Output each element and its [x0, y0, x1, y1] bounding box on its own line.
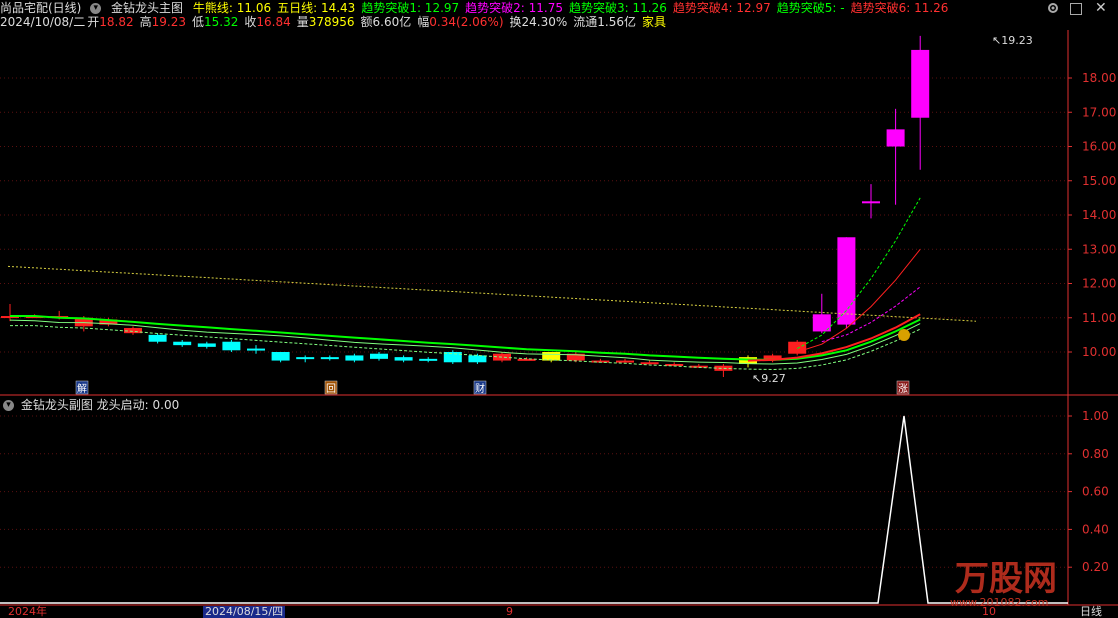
indicator-dropdown-icon[interactable]: ▾ — [90, 3, 102, 14]
candle-body — [419, 358, 438, 361]
money-bag-icon — [898, 329, 910, 341]
price-axis-label-0: 18.00 — [1082, 71, 1116, 85]
candle-body — [862, 201, 880, 204]
sector-value[interactable]: 家具 — [642, 15, 666, 29]
indicator-line-1: 五日线: 14.43 — [277, 1, 356, 15]
time-axis: 2024年 2024/08/15/四 9 10 日线 — [0, 606, 1118, 618]
gear-icon[interactable] — [1046, 1, 1060, 15]
quote-date: 2024/10/08/二 — [0, 15, 86, 29]
sub-axis-label-4: 0.20 — [1082, 560, 1109, 574]
price-axis-label-5: 13.00 — [1082, 242, 1116, 256]
high-label: 高 — [139, 15, 152, 29]
sub-name[interactable]: 金钻龙头副图 — [21, 398, 93, 412]
bull-bear-line — [7, 265, 977, 322]
candle-body — [468, 355, 487, 363]
indicator-line-3: 趋势突破2: 11.75 — [465, 1, 564, 15]
candle-body — [247, 348, 265, 351]
candle-body — [173, 341, 192, 346]
change-value: 0.34(2.06%) — [429, 15, 504, 29]
jie-marker: 解 — [77, 382, 87, 395]
high-price-label: ↖19.23 — [992, 34, 1033, 47]
turnover-value: 换24.30% — [509, 15, 568, 29]
indicator-line-2: 趋势突破1: 12.97 — [361, 1, 460, 15]
candle-body — [320, 357, 339, 360]
candle-body — [222, 341, 241, 351]
price-axis-label-2: 16.00 — [1082, 140, 1116, 154]
year-label: 2024年 — [8, 605, 47, 618]
indicator-line-5: 趋势突破4: 12.97 — [672, 1, 771, 15]
open-label: 开 — [87, 15, 100, 29]
low-price-label: ↖9.27 — [752, 372, 786, 385]
close-icon[interactable]: ✕ — [1095, 0, 1107, 16]
trend-line-dashed — [10, 325, 921, 371]
price-axis-label-1: 17.00 — [1082, 105, 1116, 119]
trend-line-green — [10, 315, 921, 361]
maximize-icon[interactable] — [1070, 3, 1082, 15]
quote-bar: 2024/10/08/二 开18.82 高19.23 低15.32 收16.84 量378… — [0, 14, 672, 30]
candle-body — [911, 49, 930, 118]
low-label: 低 — [191, 15, 204, 29]
candle-body — [370, 353, 388, 359]
candle-body — [148, 334, 167, 342]
change-label: 幅 — [417, 15, 430, 29]
candle-body — [837, 237, 856, 325]
sub-axis-label-2: 0.60 — [1082, 485, 1109, 499]
candle-body — [345, 355, 364, 361]
candle-body — [296, 357, 315, 360]
indicator-line-7: 趋势突破6: 11.26 — [850, 1, 949, 15]
candle-body — [616, 360, 634, 363]
indicator-line-0: 牛熊线: 11.06 — [192, 1, 272, 15]
month-10-label: 10 — [982, 605, 996, 618]
sub-header: ▾ 金钻龙头副图 龙头启动: 0.00 — [0, 397, 179, 413]
sub-axis-label-1: 0.80 — [1082, 447, 1109, 461]
amount-value: 额6.60亿 — [360, 15, 412, 29]
close-value: 16.84 — [256, 15, 291, 29]
indicator-lines: 牛熊线: 11.06 五日线: 14.43 趋势突破1: 12.97 趋势突破2: 1… — [193, 1, 955, 15]
candle-body — [197, 343, 216, 347]
candle-body — [640, 362, 659, 365]
sub-axis-label-0: 1.00 — [1082, 409, 1109, 423]
sub-axis-label-3: 0.40 — [1082, 522, 1109, 536]
indicator-line-4: 趋势突破3: 11.26 — [569, 1, 667, 15]
vol-label: 量 — [296, 15, 309, 29]
hui-marker: 回 — [326, 383, 336, 395]
price-axis-label-8: 10.00 — [1082, 345, 1116, 359]
trend-line-thin — [9, 319, 921, 365]
low-value: 15.32 — [203, 15, 239, 29]
sub-dropdown-icon[interactable]: ▾ — [3, 400, 14, 411]
candle-body — [886, 129, 905, 147]
month-9-label: 9 — [506, 605, 513, 618]
price-axis-label-6: 12.00 — [1082, 277, 1116, 291]
zhang-marker: 涨 — [898, 383, 908, 395]
candle-body — [394, 357, 413, 361]
leader-start-line — [0, 415, 1068, 604]
open-value: 18.82 — [99, 15, 134, 29]
candle-body — [271, 352, 290, 361]
price-axis-label-7: 11.00 — [1082, 311, 1116, 325]
price-axis-label-4: 14.00 — [1082, 208, 1116, 222]
stock-title: 尚品宅配(日线) — [0, 1, 82, 15]
sub-line-label: 龙头启动: — [96, 398, 149, 412]
indicator-name[interactable]: 金钻龙头主图 — [111, 1, 183, 15]
period-label[interactable]: 日线 — [1080, 606, 1102, 618]
date-box: 2024/08/15/四 — [203, 605, 286, 618]
chart-canvas[interactable]: 18.00 17.00 16.00 15.00 14.00 13.00 12.00 11.00… — [0, 0, 1118, 618]
vol-value: 378956 — [308, 15, 355, 29]
float-value: 流通1.56亿 — [573, 15, 636, 29]
watermark-brand: 万股网 — [955, 559, 1057, 599]
indicator-line-6: 趋势突破5: - — [776, 1, 845, 15]
sub-line-value: 0.00 — [152, 398, 180, 412]
cai-marker: 财 — [475, 382, 485, 395]
high-value: 19.23 — [151, 15, 186, 29]
price-axis-label-3: 15.00 — [1082, 174, 1116, 188]
close-label: 收 — [244, 15, 257, 29]
